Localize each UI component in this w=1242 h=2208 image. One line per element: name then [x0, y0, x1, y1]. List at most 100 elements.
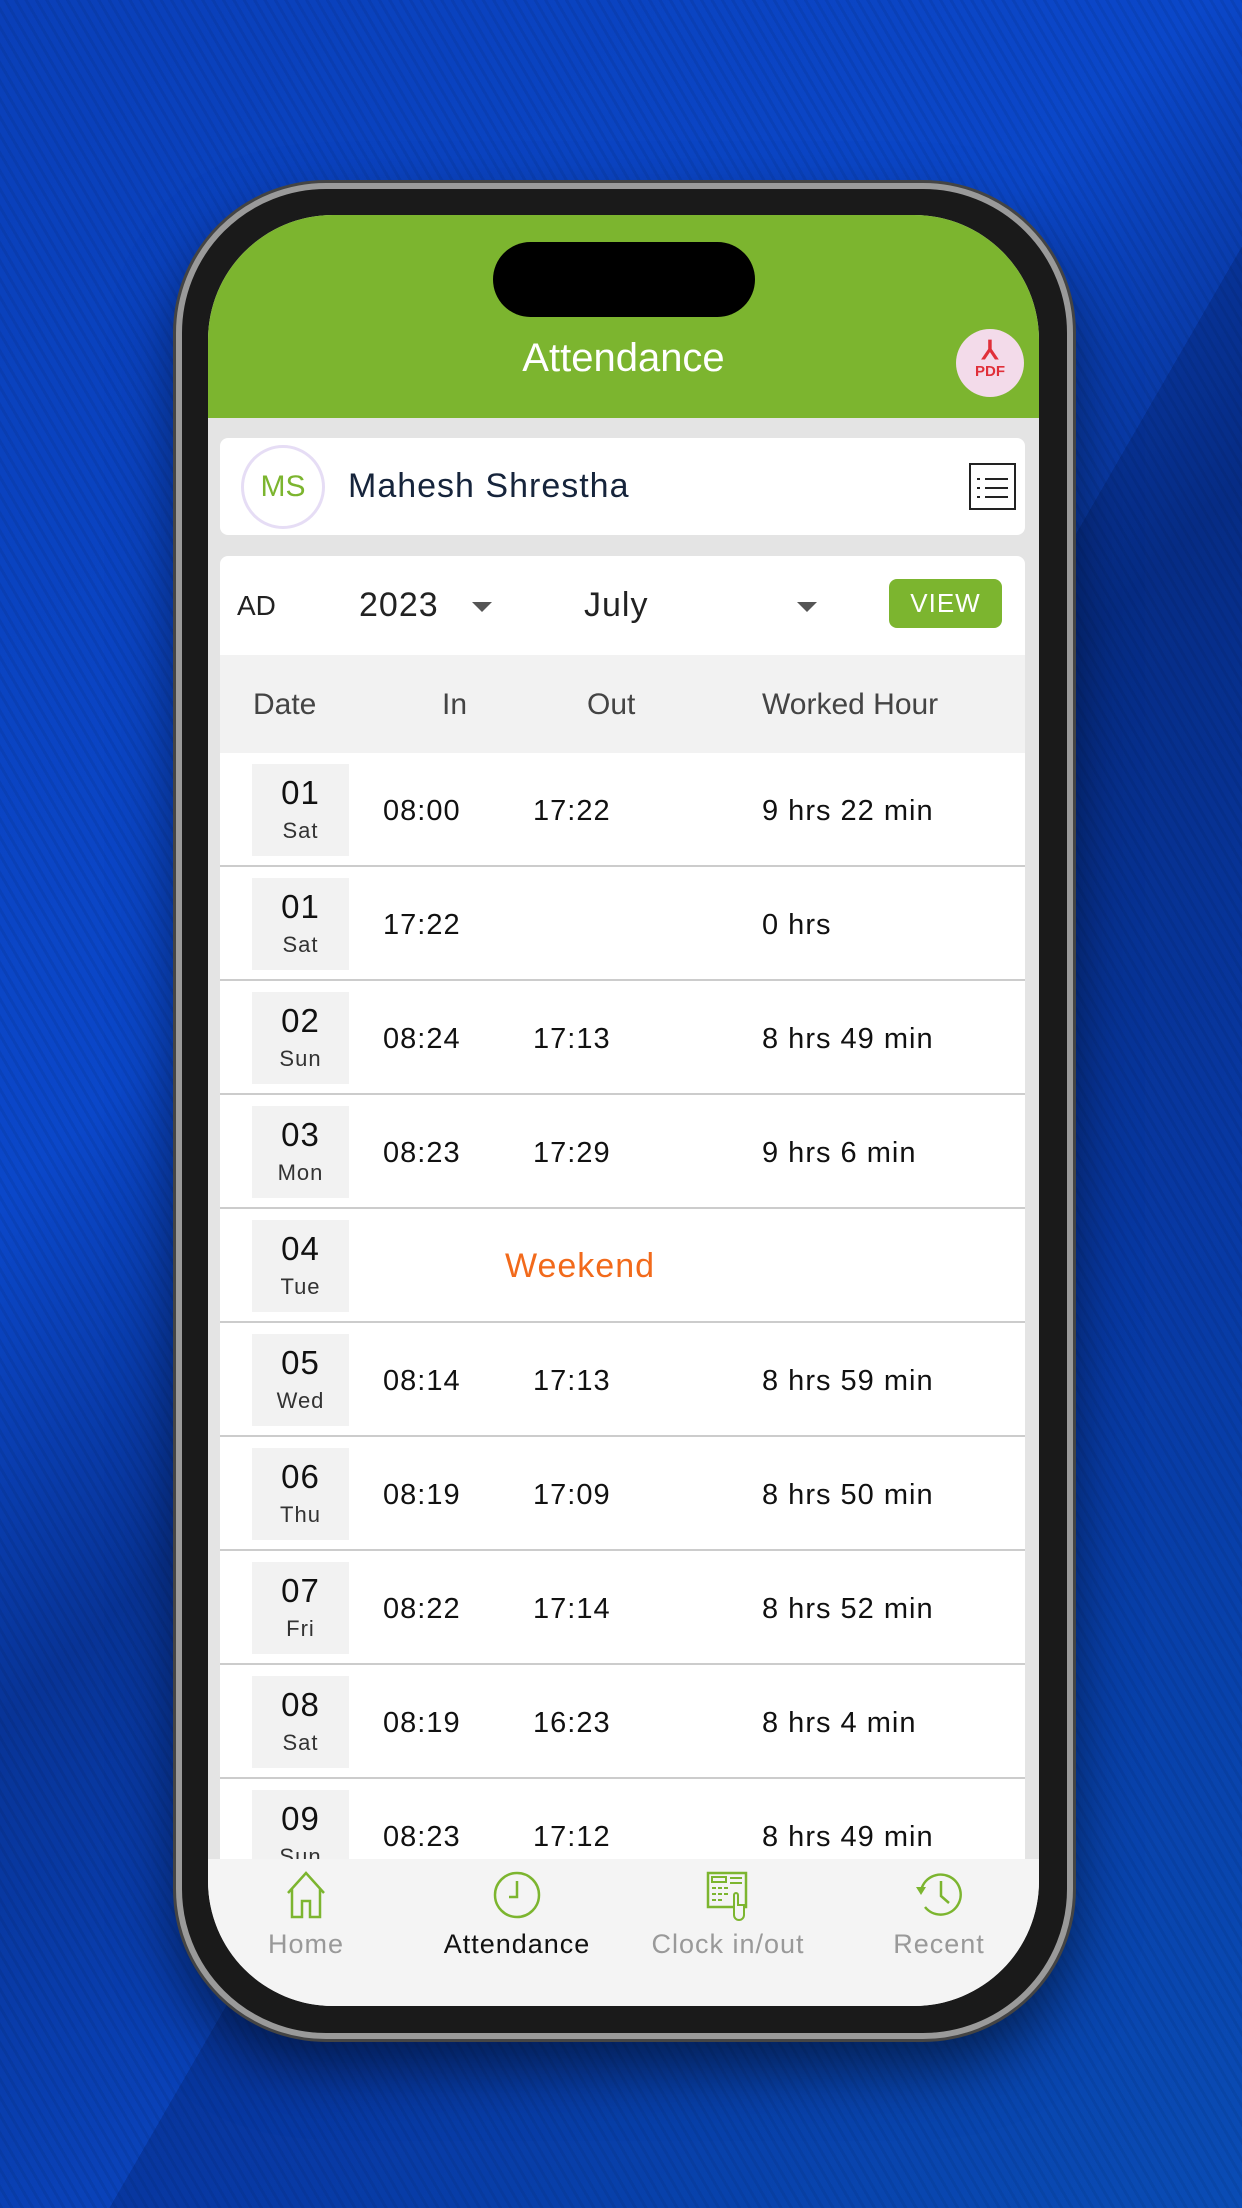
history-icon [916, 1873, 962, 1916]
user-name: Mahesh Shrestha [348, 467, 630, 505]
day-number: 05 [281, 1344, 320, 1381]
out-time: 17:22 [533, 795, 611, 827]
date-box: 05 Wed [252, 1334, 349, 1426]
day-number: 01 [281, 888, 320, 925]
weekday: Sat [282, 818, 319, 843]
out-time: 17:09 [533, 1479, 611, 1511]
out-time: 17:12 [533, 1821, 611, 1853]
header-in: In [442, 688, 468, 721]
year-dropdown-icon[interactable] [472, 602, 492, 612]
weekday: Sun [279, 1844, 322, 1859]
weekday: Fri [286, 1616, 315, 1641]
in-time: 08:14 [383, 1365, 461, 1397]
worked-hours: 8 hrs 49 min [762, 1821, 934, 1853]
nav-clock-in-out[interactable]: Clock in/out [628, 1869, 828, 1960]
worked-hours: 8 hrs 59 min [762, 1365, 934, 1397]
month-select[interactable]: July [584, 586, 648, 625]
nav-attendance[interactable]: Attendance [417, 1869, 617, 1960]
filter-bar: AD 2023 July VIEW [220, 556, 1025, 666]
attendance-row[interactable]: 03 Mon 08:23 17:29 9 hrs 6 min [220, 1095, 1025, 1209]
pdf-label: PDF [975, 363, 1005, 380]
app-header: Attendance ⅄ PDF [208, 215, 1039, 418]
nav-recent-label: Recent [893, 1929, 985, 1959]
clock-icon [493, 1871, 541, 1919]
day-number: 04 [281, 1230, 320, 1267]
header-worked-hour: Worked Hour [762, 688, 939, 721]
worked-hours: 8 hrs 49 min [762, 1023, 934, 1055]
nav-recent[interactable]: Recent [839, 1869, 1039, 1960]
in-time: 17:22 [383, 909, 461, 941]
nav-attendance-label: Attendance [443, 1929, 591, 1959]
attendance-row[interactable]: 01 Sat 08:00 17:22 9 hrs 22 min [220, 753, 1025, 867]
table-header: Date In Out Worked Hour [220, 655, 1025, 753]
attendance-row[interactable]: 08 Sat 08:19 16:23 8 hrs 4 min [220, 1665, 1025, 1779]
worked-hours: 9 hrs 6 min [762, 1137, 917, 1169]
attendance-row[interactable]: 04 Tue Weekend [220, 1209, 1025, 1323]
out-time: 17:29 [533, 1137, 611, 1169]
weekday: Sat [282, 1730, 319, 1755]
day-number: 09 [281, 1800, 320, 1837]
view-button[interactable]: VIEW [889, 579, 1002, 628]
in-time: 08:22 [383, 1593, 461, 1625]
worked-hours: 8 hrs 4 min [762, 1707, 917, 1739]
in-time: 08:23 [383, 1821, 461, 1853]
date-box: 09 Sun [252, 1790, 349, 1859]
calendar-type[interactable]: AD [237, 590, 276, 622]
date-box: 03 Mon [252, 1106, 349, 1198]
user-card: MS Mahesh Shrestha [220, 438, 1025, 535]
weekend-label: Weekend [505, 1247, 656, 1285]
nav-clock-in-out-label: Clock in/out [651, 1929, 805, 1959]
weekday: Wed [276, 1388, 325, 1413]
in-time: 08:00 [383, 795, 461, 827]
attendance-row[interactable]: 02 Sun 08:24 17:13 8 hrs 49 min [220, 981, 1025, 1095]
worked-hours: 8 hrs 52 min [762, 1593, 934, 1625]
month-dropdown-icon[interactable] [797, 602, 817, 612]
weekday: Tue [280, 1274, 321, 1299]
attendance-row[interactable]: 07 Fri 08:22 17:14 8 hrs 52 min [220, 1551, 1025, 1665]
header-date: Date [253, 688, 317, 721]
in-time: 08:24 [383, 1023, 461, 1055]
attendance-list[interactable]: 01 Sat 08:00 17:22 9 hrs 22 min 01 Sat 17:22 0 h… [220, 753, 1025, 1859]
date-box: 02 Sun [252, 992, 349, 1084]
date-box: 07 Fri [252, 1562, 349, 1654]
day-number: 06 [281, 1458, 320, 1495]
out-time: 16:23 [533, 1707, 611, 1739]
in-time: 08:19 [383, 1479, 461, 1511]
dynamic-island [493, 242, 755, 317]
bottom-nav: Home Attendance Clock in/out Recent [208, 1859, 1039, 2006]
day-number: 08 [281, 1686, 320, 1723]
pdf-export-button[interactable]: ⅄ PDF [956, 329, 1024, 397]
weekday: Mon [277, 1160, 324, 1185]
date-box: 04 Tue [252, 1220, 349, 1312]
page-title: Attendance [522, 336, 725, 380]
out-time: 17:14 [533, 1593, 611, 1625]
date-box: 08 Sat [252, 1676, 349, 1768]
list-icon[interactable] [969, 463, 1016, 510]
day-number: 01 [281, 774, 320, 811]
weekday: Sun [279, 1046, 322, 1071]
attendance-row[interactable]: 01 Sat 17:22 0 hrs [220, 867, 1025, 981]
in-time: 08:23 [383, 1137, 461, 1169]
date-box: 01 Sat [252, 878, 349, 970]
day-number: 02 [281, 1002, 320, 1039]
worked-hours: 9 hrs 22 min [762, 795, 934, 827]
avatar: MS [241, 445, 325, 529]
attendance-row[interactable]: 06 Thu 08:19 17:09 8 hrs 50 min [220, 1437, 1025, 1551]
weekday: Sat [282, 932, 319, 957]
in-time: 08:19 [383, 1707, 461, 1739]
day-number: 03 [281, 1116, 320, 1153]
app-screen: Attendance ⅄ PDF MS Mahesh Shrestha AD 20… [208, 215, 1039, 2006]
worked-hours: 0 hrs [762, 909, 832, 941]
header-out: Out [587, 688, 636, 721]
pdf-icon: ⅄ [982, 335, 998, 365]
date-box: 01 Sat [252, 764, 349, 856]
year-select[interactable]: 2023 [359, 586, 439, 625]
keypad-touch-icon [706, 1871, 748, 1921]
date-box: 06 Thu [252, 1448, 349, 1540]
day-number: 07 [281, 1572, 320, 1609]
out-time: 17:13 [533, 1365, 611, 1397]
attendance-row[interactable]: 09 Sun 08:23 17:12 8 hrs 49 min [220, 1779, 1025, 1859]
nav-home[interactable]: Home [208, 1869, 406, 1960]
out-time: 17:13 [533, 1023, 611, 1055]
attendance-row[interactable]: 05 Wed 08:14 17:13 8 hrs 59 min [220, 1323, 1025, 1437]
